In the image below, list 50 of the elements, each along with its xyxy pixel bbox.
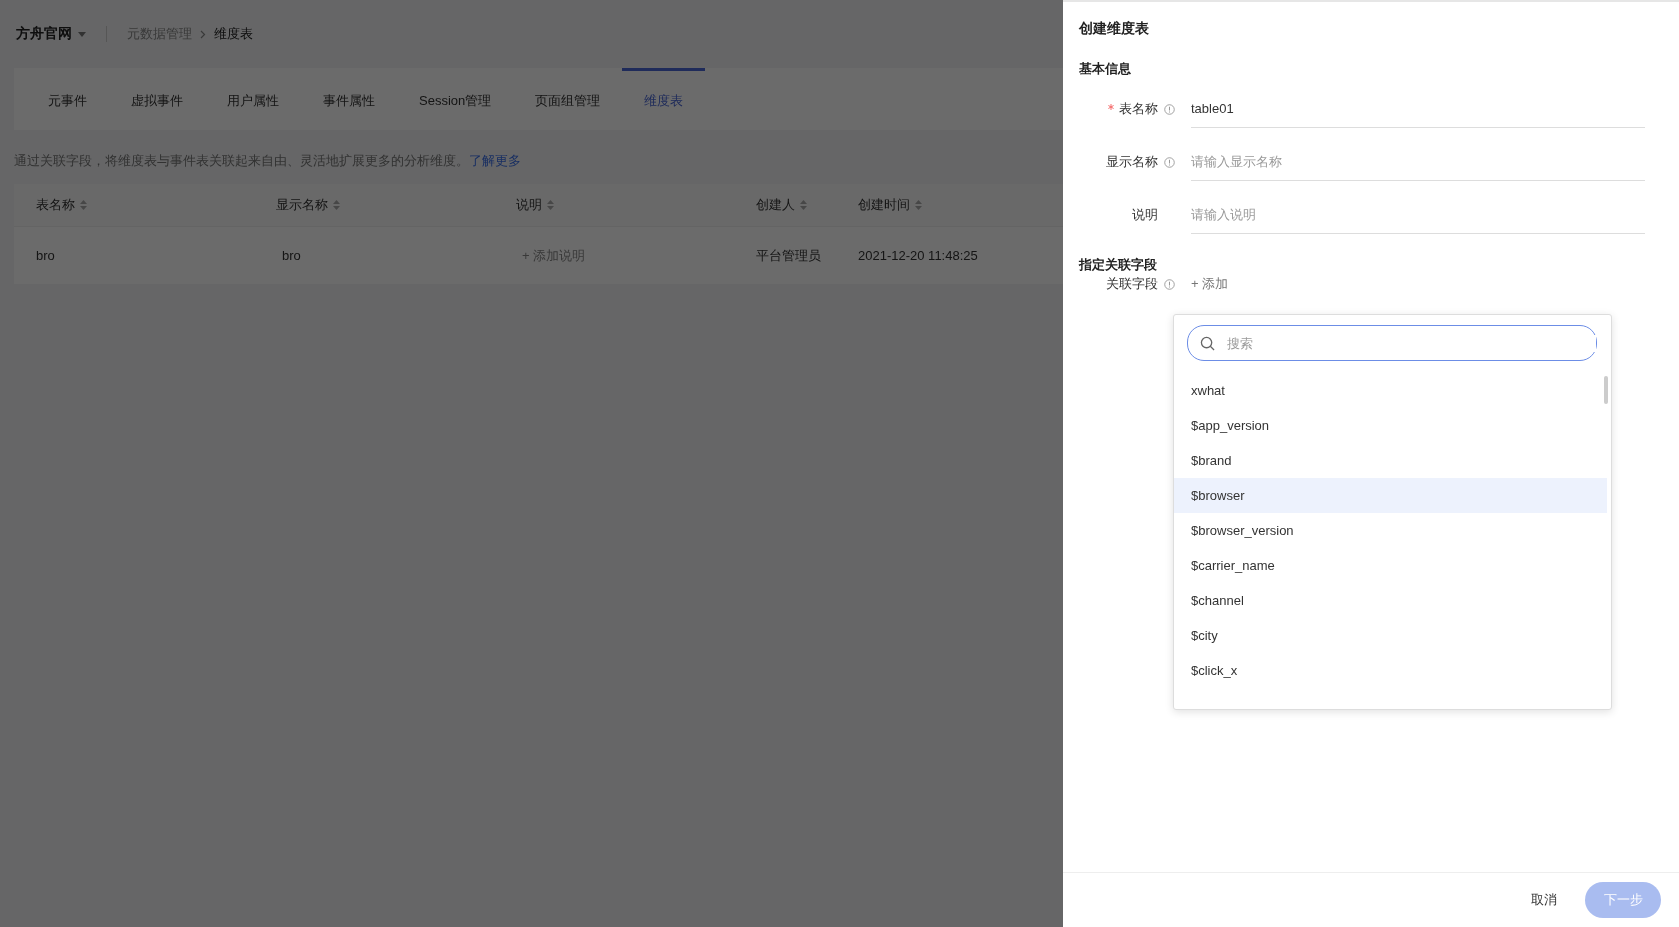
scrollbar-thumb[interactable] <box>1604 376 1608 404</box>
column-header[interactable]: 显示名称 <box>276 196 328 214</box>
column-header[interactable]: 创建人 <box>756 196 795 214</box>
tab[interactable]: Session管理 <box>397 68 514 130</box>
dropdown-option[interactable]: $city <box>1174 618 1607 653</box>
cancel-button[interactable]: 取消 <box>1525 890 1563 910</box>
table-cell: bro <box>282 248 301 263</box>
field-label: 说明 <box>1132 206 1158 224</box>
dropdown-option[interactable]: $click_x <box>1174 653 1607 688</box>
tab[interactable]: 页面组管理 <box>513 68 623 130</box>
dropdown-option[interactable]: $brand <box>1174 443 1607 478</box>
chevron-icon <box>200 29 206 39</box>
dropdown-option[interactable]: $carrier_name <box>1174 548 1607 583</box>
sort-icon[interactable] <box>80 200 87 210</box>
field-label: 显示名称 <box>1106 153 1158 171</box>
dropdown-option[interactable]: $browser_version <box>1174 513 1607 548</box>
dropdown-option[interactable]: $browser <box>1174 478 1607 513</box>
column-header[interactable]: 说明 <box>516 196 542 214</box>
info-icon[interactable] <box>1164 156 1175 168</box>
project-selector[interactable]: 方舟官网 <box>16 25 86 43</box>
table-cell: bro <box>36 248 55 263</box>
sort-icon[interactable] <box>915 200 922 210</box>
column-header[interactable]: 创建时间 <box>858 196 910 214</box>
tab[interactable]: 用户属性 <box>205 68 301 130</box>
sort-icon[interactable] <box>547 200 554 210</box>
dropdown-option[interactable]: $channel <box>1174 583 1607 618</box>
learn-more-link[interactable]: 了解更多 <box>469 153 521 168</box>
info-icon[interactable] <box>1164 103 1175 115</box>
sort-icon[interactable] <box>333 200 340 210</box>
add-link[interactable]: + 添加 <box>1191 275 1229 293</box>
search-icon <box>1200 335 1215 351</box>
dropdown-option[interactable]: $app_version <box>1174 408 1607 443</box>
tab[interactable]: 事件属性 <box>301 68 397 130</box>
sort-icon[interactable] <box>800 200 807 210</box>
tab[interactable]: 元事件 <box>26 68 109 130</box>
field-label: 关联字段 <box>1106 275 1158 293</box>
caret-icon <box>78 31 86 37</box>
dropdown-option[interactable]: xwhat <box>1174 373 1607 408</box>
search-field[interactable]: 搜索 <box>1187 325 1597 361</box>
column-header[interactable]: 表名称 <box>36 196 75 214</box>
section-heading: 指定关联字段 <box>1079 256 1158 274</box>
tab[interactable]: 虚拟事件 <box>109 68 205 130</box>
drawer-title: 创建维度表 <box>1079 20 1150 38</box>
table-cell: 2021-12-20 11:48:25 <box>858 248 978 263</box>
breadcrumb-item: 维度表 <box>214 25 253 43</box>
info-icon[interactable] <box>1164 278 1175 290</box>
table-cell: 平台管理员 <box>756 247 821 263</box>
section-heading: 基本信息 <box>1079 60 1132 78</box>
field-label: 表名称 <box>1119 100 1158 118</box>
tab[interactable]: 维度表 <box>622 68 706 130</box>
